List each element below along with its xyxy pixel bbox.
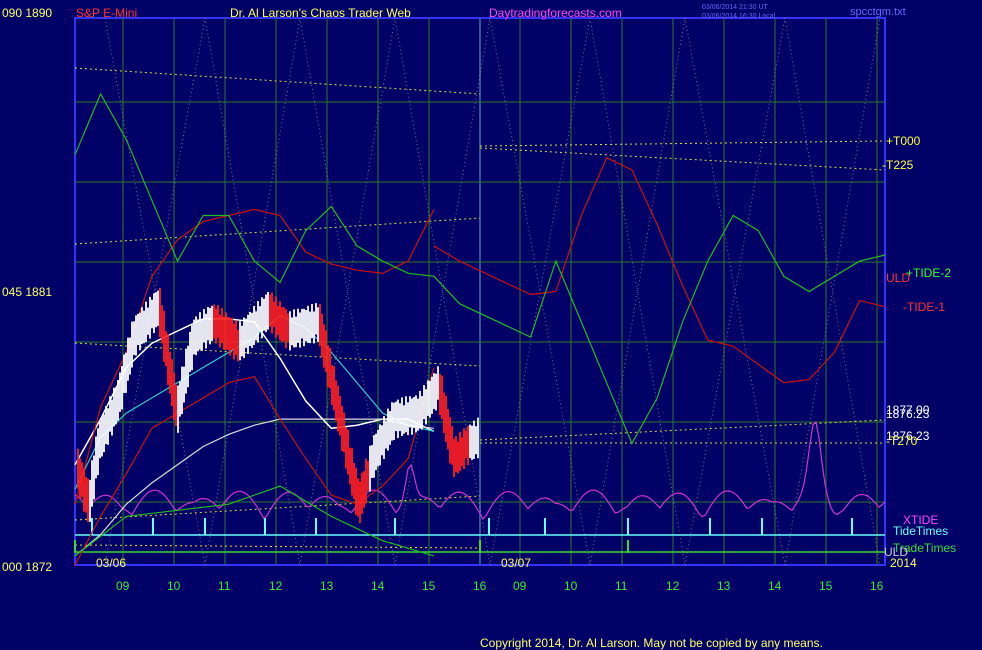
date-label-1: 03/06	[96, 556, 126, 570]
hour-label: 15	[422, 579, 436, 593]
copyright: Copyright 2014, Dr. Al Larson. May not b…	[480, 636, 823, 650]
hour-label: 09	[116, 579, 130, 593]
right-label: TideTimes	[893, 524, 948, 538]
right-label: -T225	[882, 158, 914, 172]
chart-svg: 090 1890 S&P E-Mini Dr. Al Larson's Chao…	[0, 0, 982, 650]
hour-label: 13	[320, 579, 334, 593]
time-utc: 03/06/2014 21:30 UT	[702, 4, 768, 11]
hour-label: 16	[870, 579, 884, 593]
right-label: +T000	[886, 134, 921, 148]
hour-label: 15	[819, 579, 833, 593]
date-label-2: 03/07	[501, 556, 531, 570]
right-label: -T270	[886, 434, 918, 448]
right-label: 1876.23	[886, 407, 930, 421]
right-label: -TIDE-1	[903, 300, 945, 314]
hour-label: 09	[513, 579, 527, 593]
y-bottom-label: 000 1872	[2, 560, 52, 574]
hour-label: 14	[768, 579, 782, 593]
hour-label: 11	[615, 579, 628, 593]
site-label: Daytradingforecasts.com	[489, 6, 622, 20]
right-label: ULD	[884, 545, 908, 559]
chart-title: Dr. Al Larson's Chaos Trader Web	[230, 6, 411, 20]
hour-label: 16	[473, 579, 487, 593]
file-label: spcctgm.txt	[850, 6, 906, 18]
time-local: 03/06/2014 16:30 Local	[702, 13, 776, 20]
y-mid-label: 045 1881	[2, 285, 52, 299]
y-top-label: 090 1890	[2, 6, 52, 20]
hour-label: 11	[218, 579, 231, 593]
instrument-label: S&P E-Mini	[76, 6, 137, 20]
hour-label: 10	[564, 579, 578, 593]
hour-label: 12	[666, 579, 680, 593]
hour-label: 14	[371, 579, 385, 593]
hour-label: 13	[717, 579, 731, 593]
hour-label: 10	[167, 579, 181, 593]
right-label: +TIDE-2	[906, 266, 951, 280]
hour-label: 12	[269, 579, 283, 593]
chart: 090 1890 S&P E-Mini Dr. Al Larson's Chao…	[0, 0, 982, 650]
